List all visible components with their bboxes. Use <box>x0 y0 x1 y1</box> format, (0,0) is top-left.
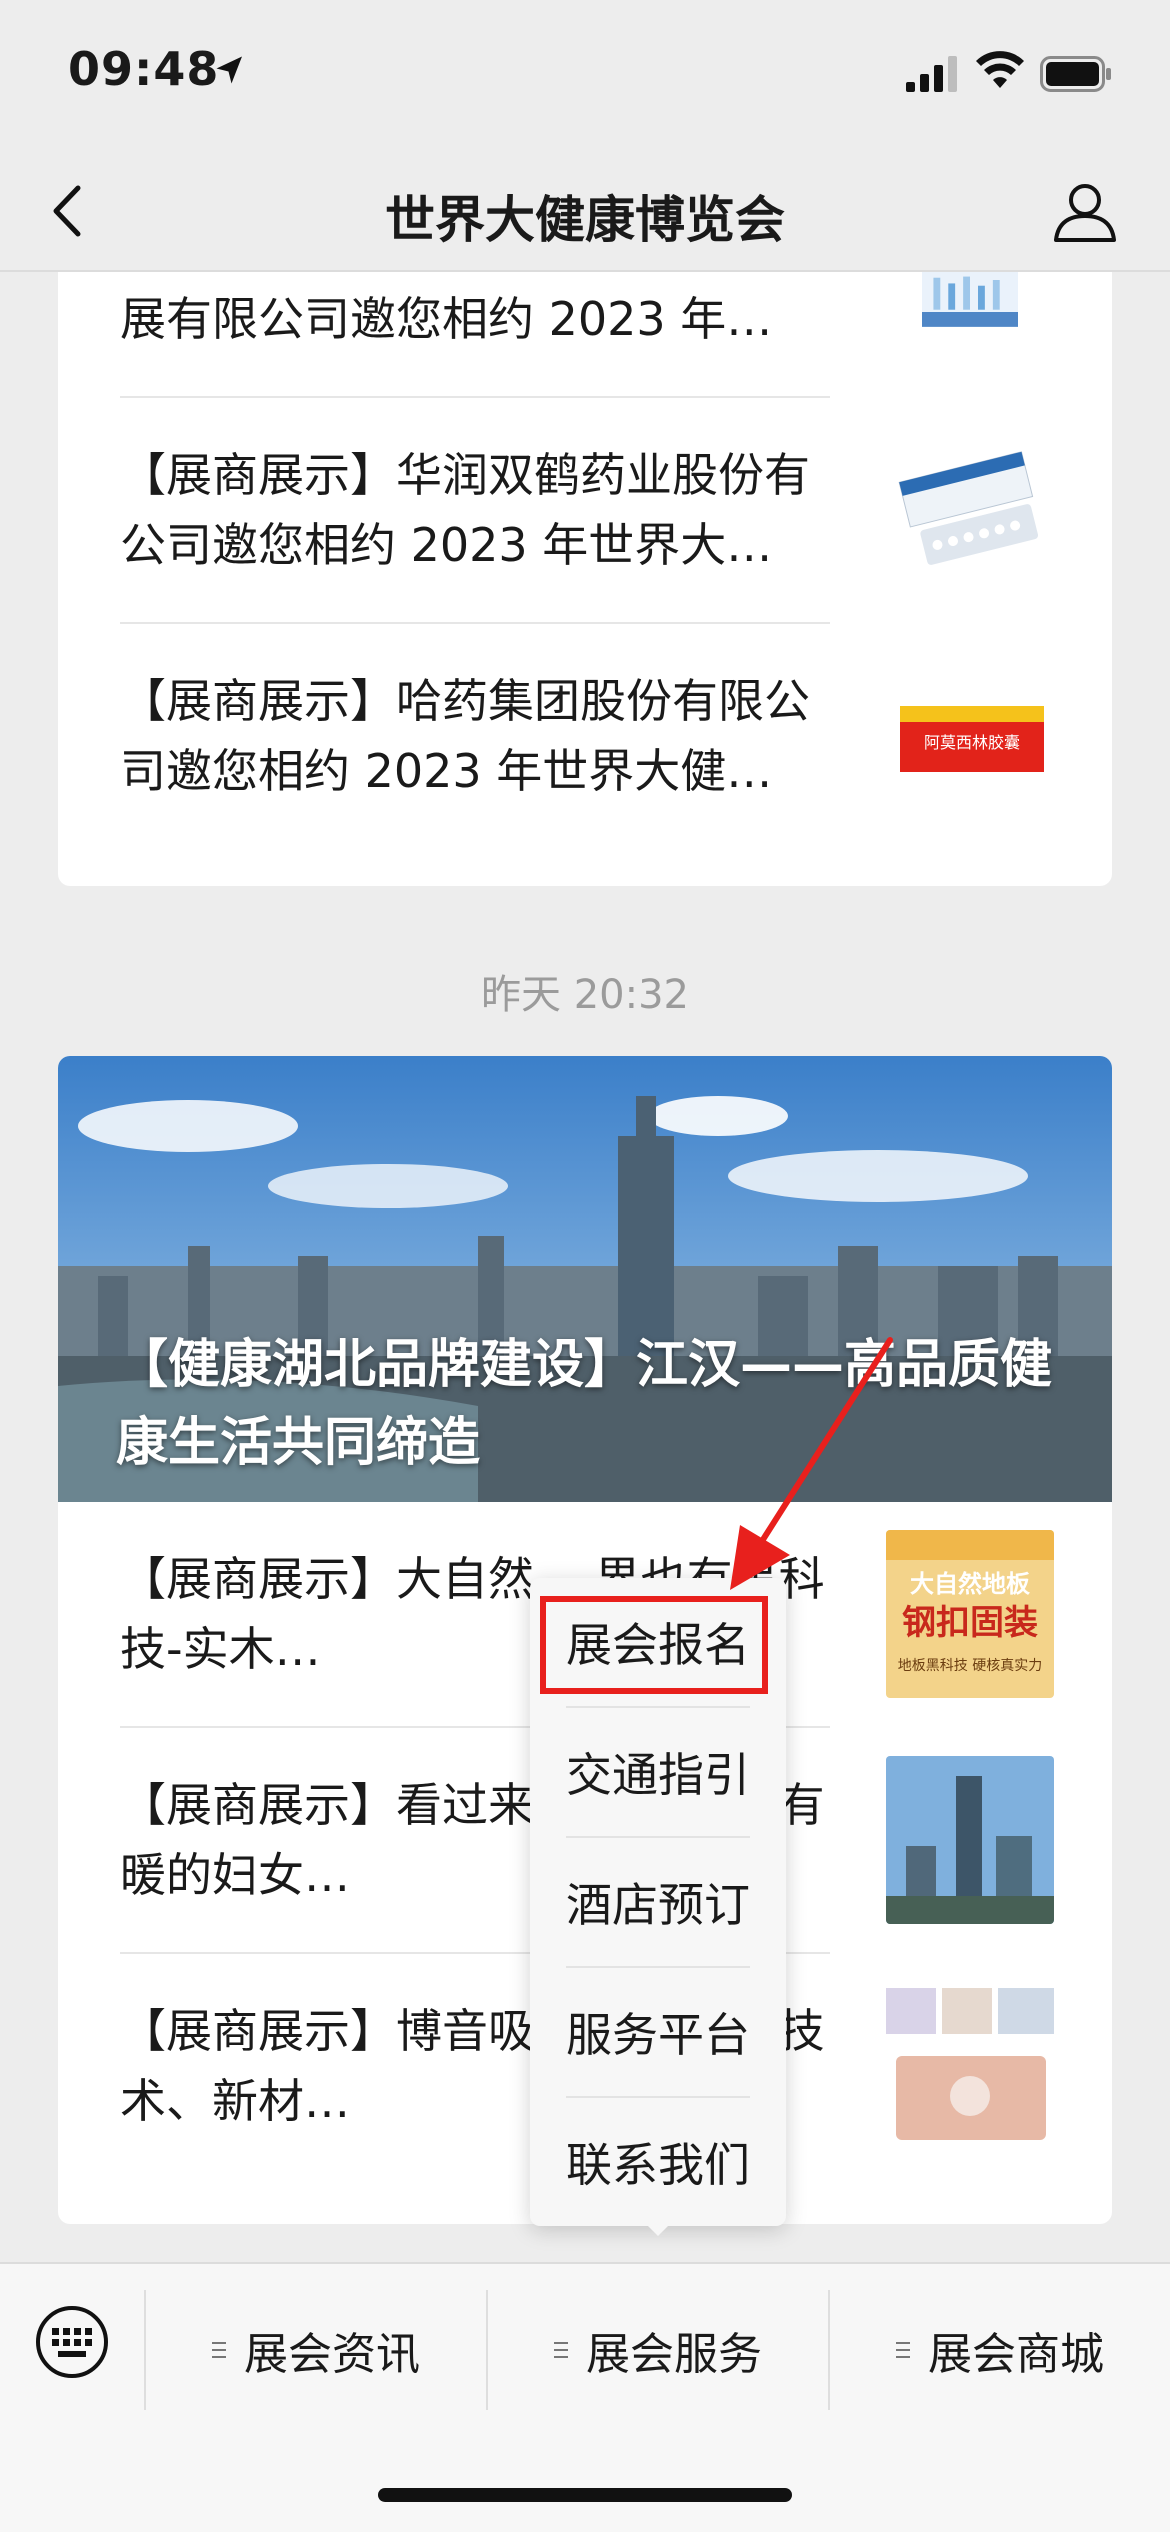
highlight-box <box>540 1596 768 1694</box>
timestamp: 昨天 20:32 <box>481 972 689 1018</box>
article-title: 【展商展示】华润双鹤药业股份有公司邀您相约 2023 年世界大… <box>120 448 810 572</box>
page-title: 世界大健康博览会 <box>385 191 785 249</box>
tab-expo-mall[interactable]: 展会商城 <box>830 2290 1170 2410</box>
thumb-label: 阿莫西林胶囊 <box>924 733 1020 752</box>
article-item[interactable]: 【展商展示】哈药集团股份有限公司邀您相约 2023 年世界大健… 阿莫西林胶囊 <box>58 624 1112 848</box>
home-indicator <box>378 2488 792 2502</box>
article-title: 【展商展示】哈药集团股份有限公司邀您相约 2023 年世界大健… <box>120 674 810 798</box>
menu-lines-icon <box>896 2342 910 2358</box>
article-thumbnail <box>886 1982 1054 2150</box>
menu-item-service-platform[interactable]: 服务平台 <box>530 1968 786 2096</box>
article-item[interactable]: 【展商展示】华润双鹤药业股份有公司邀您相约 2023 年世界大… <box>58 398 1112 622</box>
tab-expo-news[interactable]: 展会资讯 <box>146 2290 486 2410</box>
tab-label: 展会资讯 <box>244 2329 420 2380</box>
page: 09:48 世界大健康博览会 展有限公司邀您相约 2023 年… 【展商展示】华… <box>0 0 1170 2532</box>
menu-item-hotel-booking[interactable]: 酒店预订 <box>530 1838 786 1966</box>
status-bar: 09:48 <box>0 0 1170 150</box>
status-time: 09:48 <box>68 42 220 96</box>
tab-label: 展会商城 <box>928 2329 1104 2380</box>
annotation-arrow <box>730 1337 893 1590</box>
tab-expo-services[interactable]: 展会服务 <box>488 2290 828 2410</box>
menu-label: 交通指引 <box>566 1748 750 1802</box>
article-thumbnail <box>886 426 1054 594</box>
article-title: 【展商展示】北京诺赛生物科技发展有限公司邀您相约 2023 年… <box>120 272 810 346</box>
keyboard-icon[interactable] <box>34 2304 110 2380</box>
menu-item-traffic-guide[interactable]: 交通指引 <box>530 1708 786 1836</box>
article-card: 【展商展示】北京诺赛生物科技发展有限公司邀您相约 2023 年… 【展商展示】华… <box>58 272 1112 886</box>
article-item[interactable]: 【展商展示】北京诺赛生物科技发展有限公司邀您相约 2023 年… <box>58 272 1112 396</box>
menu-item-contact-us[interactable]: 联系我们 <box>530 2098 786 2226</box>
battery-icon <box>1040 56 1111 92</box>
menu-label: 联系我们 <box>566 2138 750 2192</box>
article-thumbnail: 阿莫西林胶囊 <box>886 652 1054 820</box>
menu-lines-icon <box>212 2342 226 2358</box>
location-arrow-icon <box>216 56 242 84</box>
thumb-label: 地板黑科技 硬核真实力 <box>898 1658 1042 1674</box>
article-thumbnail <box>886 1756 1054 1924</box>
thumb-label: 钢扣固装 <box>902 1603 1038 1643</box>
menu-label: 服务平台 <box>566 2008 750 2062</box>
nav-bar: 世界大健康博览会 <box>0 150 1170 272</box>
menu-label: 酒店预订 <box>566 1878 750 1932</box>
popup-pointer <box>640 2218 676 2236</box>
tab-label: 展会服务 <box>586 2329 762 2380</box>
profile-icon[interactable] <box>1050 176 1120 246</box>
menu-lines-icon <box>554 2342 568 2358</box>
cellular-signal-icon <box>906 56 957 92</box>
wifi-icon <box>976 51 1024 88</box>
article-thumbnail <box>922 272 1018 327</box>
